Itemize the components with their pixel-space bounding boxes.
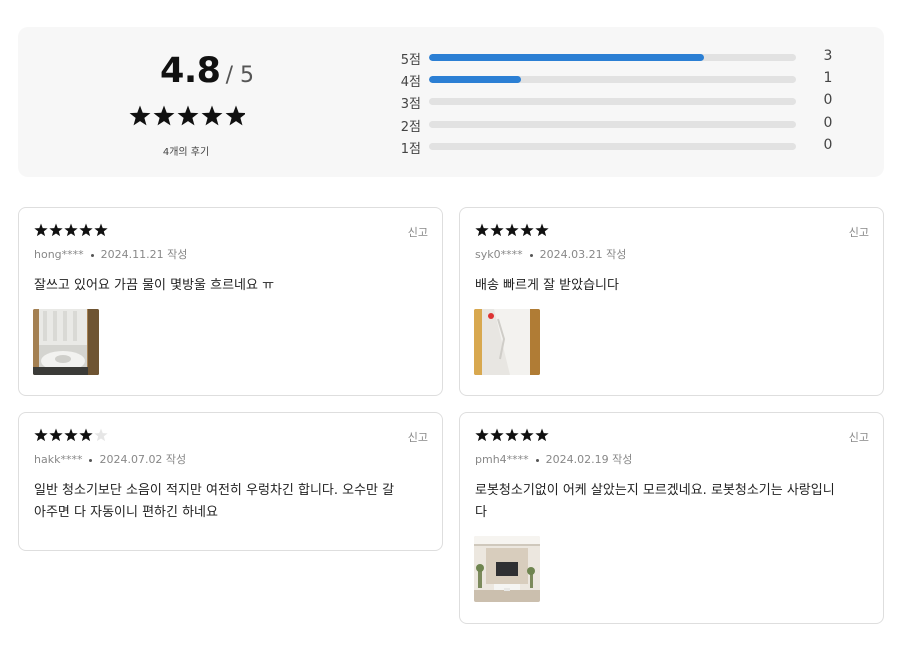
review-date: 2024.11.21 작성	[100, 248, 188, 261]
star-icon	[505, 428, 519, 442]
star-icon	[520, 223, 534, 237]
star-icon	[79, 428, 93, 442]
report-button[interactable]: 신고	[408, 224, 428, 240]
distribution-count: 0	[823, 115, 833, 131]
distribution-bar	[429, 121, 796, 128]
review-photo[interactable]	[33, 309, 99, 375]
review-date: 2024.03.21 작성	[539, 248, 627, 261]
separator-dot	[535, 458, 539, 462]
review-stars	[475, 223, 549, 237]
review-stars	[34, 428, 108, 442]
average-rating: 4.8 / 5	[142, 51, 272, 91]
star-icon	[505, 223, 519, 237]
review-author: pmh4****	[475, 453, 529, 466]
star-icon	[34, 428, 48, 442]
star-icon	[201, 105, 223, 126]
distribution-label: 3점	[400, 97, 421, 112]
review-text: 로봇청소기없이 어케 살았는지 모르겠네요. 로봇청소기는 사랑입니 다	[475, 483, 835, 520]
review-date: 2024.02.19 작성	[545, 453, 633, 466]
star-icon	[535, 428, 549, 442]
distribution-bar	[429, 54, 796, 61]
review-meta: pmh4**** 2024.02.19 작성	[475, 451, 632, 467]
star-icon	[64, 428, 78, 442]
review-author: syk0****	[475, 248, 523, 261]
review-card: 신고 pmh4**** 2024.02.19 작성 로봇청소기없이 어케 살았는지…	[459, 412, 884, 624]
average-score: 4.8	[159, 51, 221, 91]
star-icon	[490, 428, 504, 442]
star-icon	[225, 105, 245, 126]
star-icon	[475, 223, 489, 237]
star-icon	[49, 223, 63, 237]
robot-vacuum-station-photo	[33, 309, 99, 375]
review-meta: syk0**** 2024.03.21 작성	[475, 246, 626, 262]
distribution-label: 1점	[400, 142, 421, 157]
star-icon	[34, 223, 48, 237]
separator-dot	[90, 253, 94, 257]
star-icon	[535, 223, 549, 237]
distribution-count: 0	[823, 137, 833, 153]
distribution-bar	[429, 76, 796, 83]
review-date: 2024.07.02 작성	[99, 453, 187, 466]
distribution-bar	[429, 143, 796, 150]
star-icon	[520, 428, 534, 442]
report-button[interactable]: 신고	[849, 224, 869, 240]
separator-dot	[529, 253, 533, 257]
distribution-count: 1	[823, 70, 833, 86]
review-meta: hong**** 2024.11.21 작성	[34, 246, 187, 262]
distribution-row-2: 2점 0	[398, 114, 838, 135]
report-button[interactable]: 신고	[849, 429, 869, 445]
distribution-bar	[429, 98, 796, 105]
review-text: 잘쓰고 있어요 가끔 물이 몇방울 흐르네요 ㅠ	[34, 278, 275, 293]
distribution-label: 2점	[400, 120, 421, 135]
star-icon	[177, 105, 199, 126]
review-card: 신고 syk0**** 2024.03.21 작성 배송 빠르게 잘 받았습니다	[459, 207, 884, 396]
distribution-row-4: 4점 1	[398, 69, 838, 90]
delivery-package-photo	[474, 309, 540, 375]
review-stars	[475, 428, 549, 442]
review-meta: hakk**** 2024.07.02 작성	[34, 451, 186, 467]
review-stars	[34, 223, 108, 237]
review-photo[interactable]	[474, 536, 540, 602]
distribution-fill	[429, 54, 705, 61]
review-author: hakk****	[34, 453, 83, 466]
review-author: hong****	[34, 248, 84, 261]
star-icon	[153, 105, 175, 126]
star-icon	[49, 428, 63, 442]
review-card: 신고 hong**** 2024.11.21 작성 잘쓰고 있어요 가끔 물이 몇…	[18, 207, 443, 396]
review-text: 일반 청소기보단 소음이 적지만 여전히 우렁차긴 합니다. 오수만 갈 아주면…	[34, 483, 395, 520]
separator-dot	[89, 458, 93, 462]
distribution-count: 0	[823, 92, 833, 108]
distribution-label: 4점	[400, 75, 421, 90]
rating-out-of: / 5	[225, 63, 254, 88]
distribution-count: 3	[823, 48, 833, 64]
distribution-row-5: 5점 3	[398, 47, 838, 68]
living-room-photo	[474, 536, 540, 602]
distribution-label: 5점	[400, 53, 421, 68]
review-photo[interactable]	[474, 309, 540, 375]
review-count: 4개의 후기	[162, 147, 210, 158]
star-icon	[64, 223, 78, 237]
review-card: 신고 hakk**** 2024.07.02 작성 일반 청소기보단 소음이 적지…	[18, 412, 443, 551]
review-text: 배송 빠르게 잘 받았습니다	[475, 278, 619, 293]
star-icon	[94, 223, 108, 237]
star-icon	[490, 223, 504, 237]
star-icon	[94, 428, 108, 442]
distribution-row-1: 1점 0	[398, 136, 838, 157]
distribution-fill	[429, 76, 521, 83]
star-icon	[475, 428, 489, 442]
distribution-row-3: 3점 0	[398, 91, 838, 112]
star-icon	[129, 105, 151, 126]
rating-summary: 4.8 / 5 4개의 후기 5점 3 4점 1 3점 0 2점 0 1점 0	[18, 27, 884, 177]
average-stars	[129, 105, 245, 126]
report-button[interactable]: 신고	[408, 429, 428, 445]
star-icon	[79, 223, 93, 237]
